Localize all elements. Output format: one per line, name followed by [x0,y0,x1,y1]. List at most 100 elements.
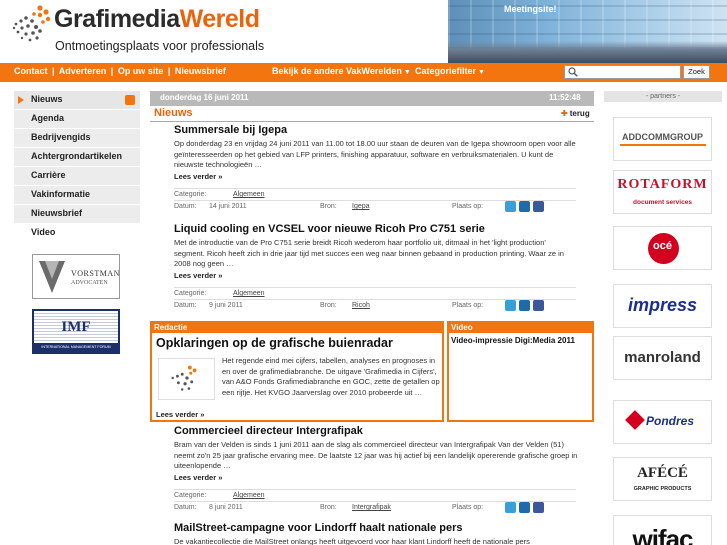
back-label: terug [569,109,590,118]
meta-label: Datum: [174,203,197,210]
article-title[interactable]: Liquid cooling en VCSEL voor nieuwe Rico… [174,223,578,235]
article-date: 9 juni 2011 [209,302,243,309]
read-more-link[interactable]: Lees verder » [174,473,578,482]
article-meta: Categorie: Algemeen Datum: 14 juni 2011 … [174,188,576,212]
article-category-link[interactable]: Algemeen [233,290,265,297]
sidebar-item-carriere[interactable]: Carrière [14,167,140,186]
meta-label: Bron: [320,203,337,210]
banner-crowd [448,41,727,63]
linkedin-icon[interactable] [519,300,530,311]
meta-label: Bron: [320,302,337,309]
article-category-link[interactable]: Algemeen [233,191,265,198]
partner-name: wifac [632,524,693,545]
site-logo[interactable]: GrafimediaWereld [54,5,260,34]
linkedin-icon[interactable] [519,201,530,212]
meta-label: Categorie: [174,191,207,198]
sidebar-item-bedrijvengids[interactable]: Bedrijvengids [14,129,140,148]
meta-category-row: Categorie: Algemeen [174,287,576,299]
article-source-link[interactable]: Intergrafipak [352,504,391,511]
video-title-link[interactable]: Video-impressie Digi:Media 2011 [451,336,575,345]
partner-name: impress [627,295,698,315]
twitter-icon[interactable] [505,201,516,212]
sidebar-item-video[interactable]: Video [14,224,140,243]
sidebar-item-label: Vakinformatie [31,189,91,199]
partner-underline [620,144,706,146]
sidebar-item-agenda[interactable]: Agenda [14,110,140,129]
partner-pondres[interactable]: Pondres [613,400,712,444]
meta-category-row: Categorie: Algemeen [174,188,576,200]
article-title[interactable]: MailStreet-campagne voor Lindorff haalt … [174,522,578,534]
back-arrow-icon: ✚ [561,109,568,118]
article-summary: Met de introductie van de Pro C751 serie… [174,238,564,268]
site-tagline: Ontmoetingsplaats voor professionals [55,39,265,53]
partner-sub: document services [633,199,692,206]
nav-links: Contact | Adverteren | Op uw site | Nieu… [14,66,226,76]
ad-vorstman-advocaten[interactable]: VORSTMAN ADVOCATEN [32,254,120,299]
sidebar-item-nieuws[interactable]: Nieuws [14,91,140,110]
read-more-link[interactable]: Lees verder » [174,271,578,280]
chevron-down-icon: ▼ [478,69,485,76]
categoriefilter-dropdown[interactable]: Categoriefilter ▼ [415,66,485,76]
facebook-icon[interactable] [533,502,544,513]
partner-name-text: ADDCOMMGROUP [622,132,703,142]
partner-name: océ [653,240,672,252]
read-more-link[interactable]: Lees verder » [174,172,578,181]
meta-category-row: Categorie: Algemeen [174,489,576,501]
partners-column: - partners - ADDCOMMGROUP ROTAFORM docum… [604,91,722,545]
article-source-link[interactable]: Igepa [352,203,370,210]
meta-label: Datum: [174,302,197,309]
divider [150,121,594,122]
sidebar-item-achtergrondartikelen[interactable]: Achtergrondartikelen [14,148,140,167]
meta-label: Categorie: [174,492,207,499]
partner-oce[interactable]: océ [613,226,712,270]
facebook-icon[interactable] [533,300,544,311]
ad-imf[interactable]: IMF INTERNATIONAL MANAGEMENT FORUM [32,309,120,354]
article-meta: Categorie: Algemeen Datum: 8 juni 2011 B… [174,489,576,513]
meta-label: Plaats op: [452,504,484,511]
article-title[interactable]: Commercieel directeur Intergrafipak [174,425,578,437]
video-box: Video Video-impressie Digi:Media 2011 [447,321,594,422]
categoriefilter-label: Categoriefilter [415,66,477,76]
article-meta: Categorie: Algemeen Datum: 9 juni 2011 B… [174,287,576,311]
partner-rotaform[interactable]: ROTAFORM document services [613,170,712,214]
linkedin-icon[interactable] [519,502,530,513]
redactie-title[interactable]: Opklaringen op de grafische buienradar [156,336,393,350]
nav-link-nieuwsbrief[interactable]: Nieuwsbrief [175,66,226,76]
partner-wifac[interactable]: wifac [613,515,712,545]
news-article: Commercieel directeur Intergrafipak Bram… [174,425,578,513]
ad-vorstman-name: VORSTMAN [71,269,120,278]
meta-date-row: Datum: 9 juni 2011 Bron: Ricoh Plaats op… [174,299,576,311]
article-summary: Bram van der Velden is sinds 1 juni 2011… [174,440,578,470]
nav-separator: | [110,66,114,76]
article-title[interactable]: Summersale bij Igepa [174,124,578,136]
article-source-link[interactable]: Ricoh [352,302,370,309]
article-category-link[interactable]: Algemeen [233,492,265,499]
partner-impress[interactable]: impress [613,284,712,328]
date-bar: donderdag 16 juni 2011 11:52:48 [150,91,594,106]
nav-separator: | [167,66,171,76]
redactie-thumbnail-image[interactable] [158,358,215,400]
nav-link-adverteren[interactable]: Adverteren [59,66,107,76]
redactie-read-more-link[interactable]: Lees verder » [156,410,204,419]
nav-link-op-uw-site[interactable]: Op uw site [118,66,164,76]
sidebar-item-nieuwsbrief[interactable]: Nieuwsbrief [14,205,140,224]
search-button[interactable]: Zoek [683,65,710,79]
vakwerelden-dropdown[interactable]: Bekijk de andere VakWerelden ▼ [272,66,411,76]
redactie-summary: Het regende eind mei cijfers, tabellen, … [222,356,440,397]
nav-link-contact[interactable]: Contact [14,66,48,76]
partner-afece[interactable]: AFÉCÉ GRAPHIC PRODUCTS [613,457,712,501]
partner-addcommgroup[interactable]: ADDCOMMGROUP [613,117,712,161]
article-summary: De vakantiecollectie die MailStreet onla… [174,537,530,545]
rss-icon[interactable] [125,95,135,105]
news-article: MailStreet-campagne voor Lindorff haalt … [174,522,578,545]
back-link[interactable]: ✚ terug [561,109,590,118]
partner-manroland[interactable]: manroland [613,336,712,380]
search-input[interactable] [564,65,681,79]
sidebar-item-vakinformatie[interactable]: Vakinformatie [14,186,140,205]
partner-name: manroland [624,349,701,366]
twitter-icon[interactable] [505,502,516,513]
article-date: 14 juni 2011 [209,203,247,210]
facebook-icon[interactable] [533,201,544,212]
twitter-icon[interactable] [505,300,516,311]
sidebar-item-label: Carrière [31,170,66,180]
